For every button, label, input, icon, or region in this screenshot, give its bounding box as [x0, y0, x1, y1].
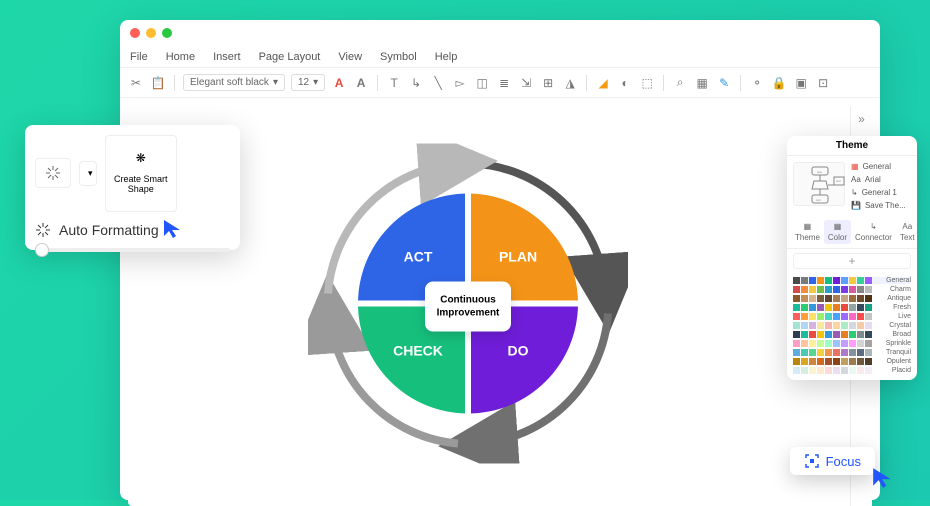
close-dot[interactable]	[130, 28, 140, 38]
opt-general1[interactable]: ↳General 1	[851, 188, 911, 197]
crop-icon[interactable]: ⬚	[639, 75, 655, 91]
align-icon[interactable]: ⇲	[518, 75, 534, 91]
arrange-icon[interactable]: ⊞	[540, 75, 556, 91]
font-color-icon[interactable]: A	[331, 75, 347, 91]
pen-icon[interactable]: ✎	[716, 75, 732, 91]
focus-icon	[804, 453, 820, 469]
menu-home[interactable]: Home	[166, 51, 195, 63]
theme-title: Theme	[787, 136, 917, 156]
font-size-select[interactable]: 12▾	[291, 74, 325, 91]
tab-connector[interactable]: ↳Connector	[851, 220, 896, 244]
theme-preview[interactable]: text text text	[793, 162, 845, 206]
cursor2-icon	[871, 466, 895, 490]
misc3-icon[interactable]: ⊡	[815, 75, 831, 91]
misc2-icon[interactable]: ▣	[793, 75, 809, 91]
opt-general[interactable]: ▦General	[851, 162, 911, 171]
shadow-icon[interactable]: ◐	[617, 75, 633, 91]
opt-save[interactable]: 💾Save The...	[851, 201, 911, 210]
palette-row[interactable]: Broad	[793, 331, 911, 338]
layers-icon[interactable]: ◫	[474, 75, 490, 91]
font-select[interactable]: Elegant soft black▾	[183, 74, 285, 91]
paste-icon[interactable]: 📋	[150, 75, 166, 91]
text-tool-icon[interactable]: T	[386, 75, 402, 91]
menu-insert[interactable]: Insert	[213, 51, 241, 63]
menu-file[interactable]: File	[130, 51, 148, 63]
theme-panel: Theme text text text ▦General AaArial ↳Gen…	[787, 136, 917, 380]
spark-button[interactable]	[35, 158, 71, 188]
connector-icon[interactable]: ↳	[408, 75, 424, 91]
palette-row[interactable]: Antique	[793, 295, 911, 302]
pointer-icon[interactable]: ▻	[452, 75, 468, 91]
act-label: ACT	[404, 249, 433, 265]
opt-arial[interactable]: AaArial	[851, 175, 911, 184]
palette-row[interactable]: Tranquil	[793, 349, 911, 356]
palette-row[interactable]: Live	[793, 313, 911, 320]
svg-text:text: text	[816, 198, 821, 202]
fill-icon[interactable]: ◢	[595, 75, 611, 91]
lock-icon[interactable]: 🔒	[771, 75, 787, 91]
do-label: DO	[508, 343, 529, 359]
check-label: CHECK	[393, 343, 443, 359]
cut-icon[interactable]: ✂	[128, 75, 144, 91]
auto-formatting-row[interactable]: Auto Formatting	[35, 222, 230, 238]
tab-color[interactable]: ▦Color	[824, 220, 851, 244]
menu-view[interactable]: View	[338, 51, 362, 63]
table-icon[interactable]: ▦	[694, 75, 710, 91]
slider[interactable]	[35, 248, 230, 252]
min-dot[interactable]	[146, 28, 156, 38]
menu-page-layout[interactable]: Page Layout	[259, 51, 321, 63]
text-format-icon[interactable]: A	[353, 75, 369, 91]
search-icon[interactable]: ⌕	[672, 75, 688, 91]
tab-text[interactable]: AaText	[896, 220, 919, 244]
palette-row[interactable]: Opulent	[793, 358, 911, 365]
pdca-diagram: ACT PLAN CHECK DO Continuous Improvement	[308, 144, 628, 469]
palette-list: General Charm Antique Fresh Live Crystal Broad…	[787, 273, 917, 380]
cursor-icon	[162, 218, 184, 240]
focus-button[interactable]: Focus	[790, 447, 875, 475]
center-label: Continuous Improvement	[425, 281, 511, 331]
focus-label: Focus	[826, 454, 861, 469]
palette-row[interactable]: Sprinkle	[793, 340, 911, 347]
svg-text:text: text	[817, 170, 822, 174]
auto-formatting-label: Auto Formatting	[59, 222, 159, 238]
menu-help[interactable]: Help	[435, 51, 458, 63]
menu-symbol[interactable]: Symbol	[380, 51, 417, 63]
app-window: File Home Insert Page Layout View Symbol…	[120, 20, 880, 500]
titlebar	[120, 20, 880, 46]
toolbar: ✂ 📋 Elegant soft black▾ 12▾ A A T ↳ ╲ ▻ …	[120, 68, 880, 98]
add-palette-button[interactable]: +	[793, 253, 911, 269]
palette-row[interactable]: General	[793, 277, 911, 284]
dropdown-arrow[interactable]: ▾	[79, 161, 97, 186]
stack-icon[interactable]: ≣	[496, 75, 512, 91]
palette-row[interactable]: Placid	[793, 367, 911, 374]
smart-shape-panel: ▾ ❋ Create Smart Shape Auto Formatting	[25, 125, 240, 250]
palette-row[interactable]: Fresh	[793, 304, 911, 311]
create-smart-shape-button[interactable]: ❋ Create Smart Shape	[105, 135, 177, 212]
line-icon[interactable]: ╲	[430, 75, 446, 91]
palette-row[interactable]: Crystal	[793, 322, 911, 329]
plan-label: PLAN	[499, 249, 537, 265]
distribute-icon[interactable]: ◮	[562, 75, 578, 91]
palette-row[interactable]: Charm	[793, 286, 911, 293]
max-dot[interactable]	[162, 28, 172, 38]
collapse-icon[interactable]: »	[855, 112, 869, 126]
misc1-icon[interactable]: ⚬	[749, 75, 765, 91]
spark-icon	[35, 222, 51, 238]
tab-theme[interactable]: ▦Theme	[791, 220, 824, 244]
menubar: File Home Insert Page Layout View Symbol…	[120, 46, 880, 68]
svg-text:text: text	[836, 179, 841, 183]
